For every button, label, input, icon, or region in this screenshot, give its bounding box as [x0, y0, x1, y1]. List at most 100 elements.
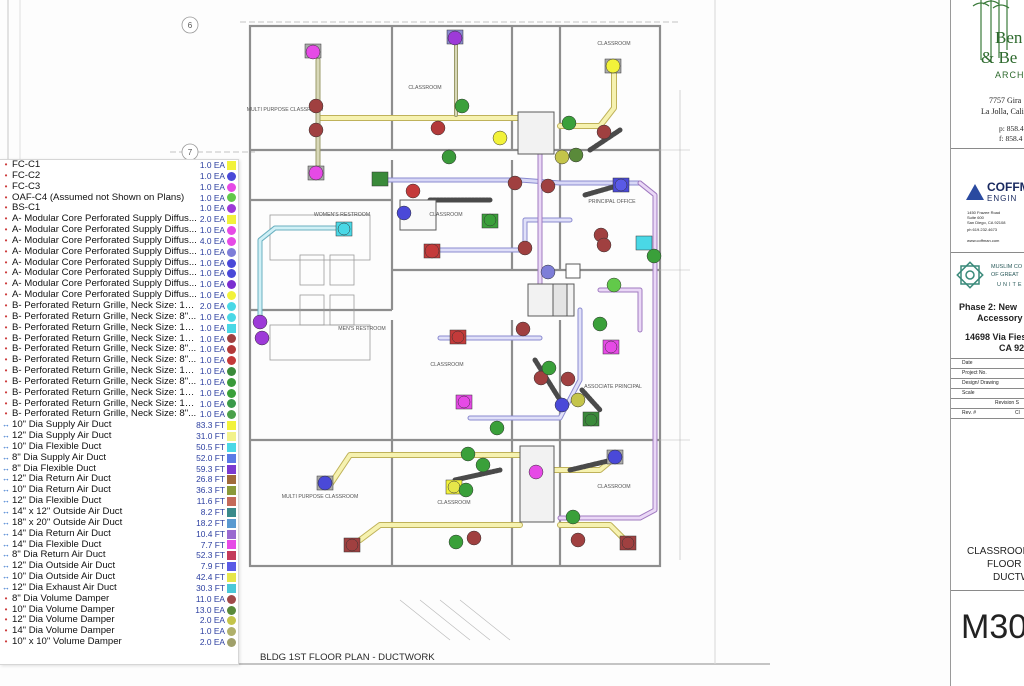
room-label-classroom-bottom-right: CLASSROOM: [597, 484, 630, 490]
legend-color-swatch: [227, 345, 236, 355]
legend-row[interactable]: • A- Modular Core Perforated Supply Diffu…: [0, 214, 238, 225]
legend-row[interactable]: ↔ 10" Dia Return Air Duct 36.3 FT: [0, 485, 238, 496]
legend-row[interactable]: • FC-C2 1.0 EA: [0, 171, 238, 182]
legend-row-quantity: 42.4 FT: [196, 572, 225, 583]
legend-row[interactable]: ↔ 14" Dia Return Air Duct 10.4 FT: [0, 529, 238, 540]
legend-row[interactable]: ↔ 12" Dia Outside Air Duct 7.9 FT: [0, 561, 238, 572]
legend-row[interactable]: ↔ 8" Dia Return Air Duct 52.3 FT: [0, 550, 238, 561]
count-marker-icon: •: [4, 615, 8, 625]
linear-measure-icon: ↔: [2, 539, 10, 549]
legend-row[interactable]: ↔ 10" Dia Supply Air Duct 83.3 FT: [0, 420, 238, 431]
drawing-canvas[interactable]: 6 7 MULTI PURPOSE CLASSROOM CLASSROOM CL…: [0, 0, 1024, 686]
legend-row[interactable]: ↔ 12" Dia Return Air Duct 26.8 FT: [0, 474, 238, 485]
legend-color-swatch: [227, 486, 236, 496]
field-project-label: Project No.: [962, 370, 987, 376]
takeoff-legend-panel[interactable]: • FC-C1 1.0 EA • FC-C2 1.0 EA • FC-C3 1.0 EA • OAF…: [0, 159, 239, 665]
legend-row[interactable]: • A- Modular Core Perforated Supply Diffu…: [0, 247, 238, 258]
count-marker-icon: •: [4, 398, 8, 408]
engineer-address-3: San Diego, CA 92108: [967, 220, 1006, 225]
legend-row-quantity: 7.9 FT: [200, 561, 225, 572]
legend-row[interactable]: ↔ 10" Dia Outside Air Duct 42.4 FT: [0, 572, 238, 583]
legend-row-quantity: 2.0 EA: [199, 637, 225, 648]
legend-row-label: 8" Dia Return Air Duct: [12, 550, 106, 561]
legend-row[interactable]: • B- Perforated Return Grille, Neck Size:…: [0, 334, 238, 345]
legend-row-label: 10" Dia Return Air Duct: [12, 485, 111, 496]
legend-row[interactable]: ↔ 8" Dia Supply Air Duct 52.0 FT: [0, 453, 238, 464]
legend-row-label: FC-C1: [12, 160, 41, 170]
legend-row-quantity: 1.0 EA: [199, 160, 225, 170]
linear-measure-icon: ↔: [2, 420, 10, 430]
legend-row[interactable]: • B- Perforated Return Grille, Neck Size:…: [0, 366, 238, 377]
legend-row[interactable]: • B- Perforated Return Grille, Neck Size:…: [0, 344, 238, 355]
linear-measure-icon: ↔: [2, 507, 10, 516]
legend-row[interactable]: ↔ 10" Dia Flexible Duct 50.5 FT: [0, 442, 238, 453]
linear-measure-icon: ↔: [2, 431, 10, 441]
legend-row[interactable]: • FC-C1 1.0 EA: [0, 160, 238, 171]
legend-row[interactable]: • 8" Dia Volume Damper 11.0 EA: [0, 594, 238, 605]
legend-row[interactable]: • A- Modular Core Perforated Supply Diffu…: [0, 258, 238, 269]
site-line-1: 14698 Via Fiest: [965, 332, 1024, 342]
legend-color-swatch: [227, 464, 236, 474]
legend-row[interactable]: • BS-C1 1.0 EA: [0, 203, 238, 214]
tb-divider-1: [951, 148, 1024, 149]
tb-divider-8: [951, 408, 1024, 409]
legend-row-label: A- Modular Core Perforated Supply Diffus…: [12, 246, 197, 257]
legend-row[interactable]: • B- Perforated Return Grille, Neck Size:…: [0, 399, 238, 410]
legend-row-label: 12" Dia Volume Damper: [12, 615, 115, 626]
legend-row-label: 12" Dia Return Air Duct: [12, 474, 111, 485]
legend-row[interactable]: • B- Perforated Return Grille, Neck Size:…: [0, 409, 238, 420]
legend-row[interactable]: • 14" Dia Volume Damper 1.0 EA: [0, 626, 238, 637]
legend-row[interactable]: • B- Perforated Return Grille, Neck Size:…: [0, 323, 238, 334]
legend-row[interactable]: • B- Perforated Return Grille, Neck Size:…: [0, 312, 238, 323]
legend-color-swatch: [227, 366, 236, 376]
legend-row[interactable]: • B- Perforated Return Grille, Neck Size:…: [0, 301, 238, 312]
room-label-classroom-bottom: CLASSROOM: [437, 500, 470, 506]
legend-row[interactable]: • A- Modular Core Perforated Supply Diffu…: [0, 279, 238, 290]
count-marker-icon: •: [4, 593, 8, 603]
legend-row-quantity: 1.0 EA: [199, 366, 225, 377]
legend-row-label: A- Modular Core Perforated Supply Diffus…: [12, 279, 197, 290]
phase-line-2: Accessory: [977, 313, 1023, 323]
field-cl-label: Cl: [1015, 410, 1020, 416]
legend-row[interactable]: • A- Modular Core Perforated Supply Diffu…: [0, 225, 238, 236]
field-scale-label: Scale: [962, 390, 975, 396]
legend-row[interactable]: • 12" Dia Volume Damper 2.0 EA: [0, 615, 238, 626]
legend-row[interactable]: ↔ 12" Dia Flexible Duct 11.6 FT: [0, 496, 238, 507]
legend-row[interactable]: • B- Perforated Return Grille, Neck Size:…: [0, 355, 238, 366]
legend-color-swatch: [227, 247, 236, 257]
legend-row[interactable]: • 10" x 10" Volume Damper 2.0 EA: [0, 637, 238, 648]
legend-row[interactable]: • B- Perforated Return Grille, Neck Size:…: [0, 388, 238, 399]
linear-measure-icon: ↔: [2, 441, 10, 451]
legend-row[interactable]: ↔ 12" Dia Exhaust Air Duct 30.3 FT: [0, 583, 238, 594]
legend-color-swatch: [227, 171, 236, 181]
firm-fax: f: 858.4: [999, 134, 1023, 143]
legend-row-label: B- Perforated Return Grille, Neck Size: …: [12, 344, 197, 355]
legend-row[interactable]: • B- Perforated Return Grille, Neck Size:…: [0, 377, 238, 388]
legend-row[interactable]: • OAF-C4 (Assumed not Shown on Plans) 1.0 …: [0, 193, 238, 204]
legend-row-quantity: 1.0 EA: [199, 344, 225, 355]
legend-row[interactable]: • FC-C3 1.0 EA: [0, 182, 238, 193]
linear-measure-icon: ↔: [2, 452, 10, 462]
legend-row[interactable]: • 10" Dia Volume Damper 13.0 EA: [0, 605, 238, 616]
field-design-label: Design/ Drawing: [962, 380, 999, 386]
legend-row[interactable]: ↔ 14" Dia Flexible Duct 7.7 FT: [0, 540, 238, 551]
count-marker-icon: •: [4, 300, 8, 310]
legend-row-quantity: 2.0 EA: [199, 300, 225, 311]
legend-row[interactable]: • A- Modular Core Perforated Supply Diffu…: [0, 236, 238, 247]
legend-row[interactable]: ↔ 18" x 20" Outside Air Duct 18.2 FT: [0, 518, 238, 529]
linear-measure-icon: ↔: [2, 474, 10, 484]
legend-row-quantity: 13.0 EA: [195, 604, 225, 615]
legend-row[interactable]: ↔ 8" Dia Flexible Duct 59.3 FT: [0, 464, 238, 475]
legend-row[interactable]: ↔ 12" Dia Supply Air Duct 31.0 FT: [0, 431, 238, 442]
grid-label-7: 7: [188, 148, 193, 157]
legend-color-swatch: [227, 215, 236, 225]
legend-row[interactable]: • A- Modular Core Perforated Supply Diffu…: [0, 290, 238, 301]
legend-row-quantity: 30.3 FT: [196, 582, 225, 593]
legend-row[interactable]: • A- Modular Core Perforated Supply Diffu…: [0, 268, 238, 279]
sheet-title-2: FLOOR: [987, 559, 1022, 570]
legend-row[interactable]: ↔ 14" x 12" Outside Air Duct 8.2 FT: [0, 507, 238, 518]
legend-row-quantity: 1.0 EA: [199, 225, 225, 236]
legend-row-label: 12" Dia Flexible Duct: [12, 496, 102, 507]
legend-row-label: 12" Dia Exhaust Air Duct: [12, 582, 117, 593]
count-marker-icon: •: [4, 604, 8, 614]
